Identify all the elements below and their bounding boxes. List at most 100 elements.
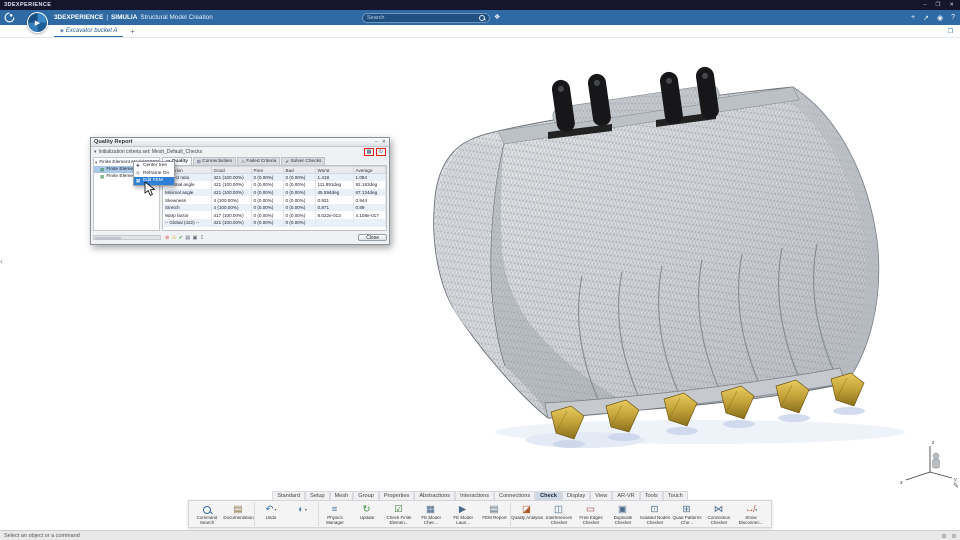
ribbon-tab-tools[interactable]: Tools	[639, 491, 663, 500]
column-header: Poor	[251, 166, 284, 174]
table-row[interactable]: Maximal angle 421 (100.00%) 0 (0.00%) 0 …	[163, 181, 386, 189]
view-mode-tool[interactable]: ◐ ▾	[287, 502, 319, 526]
search-input[interactable]	[367, 14, 479, 21]
check-finite-element-tool[interactable]: ☑ Check Finite Elemen...	[383, 502, 415, 526]
fem-report-tool[interactable]: ▤ FEM Report	[479, 502, 511, 526]
error-icon[interactable]: ⊘	[165, 235, 169, 241]
add-icon[interactable]: +	[911, 14, 915, 21]
table-row[interactable]: Skewness 4 (100.00%) 0 (0.00%) 0 (0.00%)…	[163, 196, 386, 204]
table-row[interactable]: -- Global (422) -- 421 (100.00%) 0 (0.00…	[163, 219, 386, 227]
quality-table-wrap: CriterionGoodPoorBadWorstAverage Aspect …	[162, 165, 387, 231]
statusbar-decor-icon[interactable]	[952, 533, 956, 538]
menu-item-center-tree[interactable]: ✚ Center tree	[134, 162, 174, 170]
search-icon[interactable]	[479, 14, 485, 21]
dropdown-caret-icon: ▾	[274, 507, 277, 512]
command-search-tool[interactable]: Command Search	[191, 502, 223, 526]
fe-model-checks-tool[interactable]: ▦ FE Model Chec...	[415, 502, 447, 526]
export-icon[interactable]: ↧	[200, 235, 204, 241]
update-tool[interactable]: ↻ Update	[351, 502, 383, 526]
table-row[interactable]: Minimal angle 421 (100.00%) 0 (0.00%) 0 …	[163, 188, 386, 197]
minimize-button[interactable]: –	[923, 2, 926, 8]
ribbon-tab-check[interactable]: Check	[535, 491, 562, 500]
ribbon-tab-abstractions[interactable]: Abstractions	[414, 491, 456, 500]
table-row[interactable]: Warp factor 417 (100.00%) 0 (0.00%) 0 (0…	[163, 211, 386, 220]
document-tab-label: Excavator bucket A	[65, 27, 118, 34]
quality-table: CriterionGoodPoorBadWorstAverage Aspect …	[163, 166, 386, 227]
add-tab-button[interactable]: +	[130, 27, 135, 37]
ribbon-tab-interactions[interactable]: Interactions	[455, 491, 495, 500]
ribbon-tab-group[interactable]: Group	[353, 491, 379, 500]
dialog-titlebar[interactable]: Quality Report – ✕	[91, 138, 389, 147]
close-button[interactable]: ✕	[949, 2, 954, 8]
scrollbar-thumb[interactable]	[95, 236, 121, 240]
panel-collapse-chevron[interactable]: ‹	[0, 256, 3, 266]
column-header: Average	[353, 166, 386, 174]
tab-connectivities[interactable]: ⊞ Connectivities	[192, 157, 236, 165]
3dexperience-window: { "titlebar": { "brand": "3DEXPERIENCE",…	[0, 0, 960, 540]
fe-model-launcher-tool[interactable]: ▶ FE Model Laun...	[447, 502, 479, 526]
physics-manager-tool[interactable]: ≡ Physics Manager	[319, 502, 351, 526]
tag-icon[interactable]: ❖	[494, 13, 500, 21]
quad-patterns-checker-tool[interactable]: ⊞ Quad Patterns Che...	[671, 502, 703, 526]
success-icon[interactable]: ✔	[179, 235, 183, 241]
documentation-tool[interactable]: ▤ Documentation	[223, 502, 255, 526]
statusbar-decor-icon[interactable]	[942, 533, 946, 538]
close-button[interactable]: Close	[358, 233, 387, 242]
ribbon-tools: Command Search ▤ Documentation ↶ ▾ Undo	[188, 500, 772, 528]
isolated-nodes-checker-tool[interactable]: ⊡ Isolated Nodes Checker	[639, 502, 671, 526]
share-icon[interactable]: ↗	[923, 14, 929, 22]
tool-label: FE Model Laun...	[453, 516, 473, 525]
undo-tool[interactable]: ↶ ▾ Undo	[255, 502, 287, 526]
ribbon-tab-touch[interactable]: Touch	[662, 491, 688, 500]
ribbon-tab-connections[interactable]: Connections	[494, 491, 536, 500]
menu-item-reframe-on[interactable]: ◎ Reframe On	[134, 170, 174, 178]
dialog-title: Quality Report	[94, 139, 133, 145]
quality-analysis-tool[interactable]: ◪ Quality Analysis	[511, 502, 543, 526]
window-brand: 3DEXPERIENCE	[4, 2, 52, 8]
horizontal-scrollbar[interactable]	[93, 235, 161, 240]
report-refresh-icon[interactable]: ↻	[376, 147, 386, 156]
expand-viewport-icon[interactable]: ❐	[948, 28, 953, 35]
column-header: Good	[211, 166, 252, 174]
free-edges-checker-tool[interactable]: ▭ Free Edges Checker	[575, 502, 607, 526]
ribbon-tab-standard[interactable]: Standard	[272, 491, 305, 500]
tree-toggle-icon[interactable]: ▾	[94, 149, 97, 155]
dialog-minimize-button[interactable]: –	[375, 139, 378, 145]
snapshot-icon[interactable]: ▣	[193, 235, 198, 241]
report-footer-icons: ⊘ ⚠ ✔ ▤ ▣ ↧	[165, 235, 204, 241]
tool-label: Check Finite Elemen...	[386, 516, 412, 525]
tool-label: Command Search	[196, 516, 218, 525]
help-icon[interactable]: ?	[951, 14, 955, 21]
ribbon-tab-display[interactable]: Display	[561, 491, 591, 500]
ribbon-tab-setup[interactable]: Setup	[304, 491, 330, 500]
connection-checker-tool[interactable]: ⋈ Connection Checker	[703, 502, 735, 526]
ribbon-tab-ar-vr[interactable]: AR-VR	[612, 491, 640, 500]
show-disconnections-tool[interactable]: ↮ ▾ Show Disconnec...	[735, 502, 767, 526]
ribbon-tab-view[interactable]: View	[590, 491, 613, 500]
warning-icon[interactable]: ⚠	[172, 235, 176, 241]
ribbon-tab-properties[interactable]: Properties	[378, 491, 415, 500]
3dcompass-icon[interactable]: ▶	[27, 12, 48, 33]
document-tab[interactable]: ◈ Excavator bucket A	[54, 25, 124, 37]
table-row[interactable]: Aspect ratio 421 (100.00%) 0 (0.00%) 0 (…	[163, 173, 386, 182]
table-row[interactable]: Stretch 4 (100.00%) 0 (0.00%) 0 (0.00%) …	[163, 203, 386, 212]
duplicate-checker-tool[interactable]: ▣ Duplicate Checker	[607, 502, 639, 526]
document-tabbar: ◈ Excavator bucket A + ❐	[0, 25, 960, 38]
user-icon[interactable]: ◉	[937, 14, 943, 22]
histogram-icon[interactable]: ▤	[185, 235, 190, 241]
interferences-checker-tool[interactable]: ◫ Interferences Checker	[543, 502, 575, 526]
window-buttons: – ❐ ✕	[923, 2, 960, 8]
dialog-close-button[interactable]: ✕	[382, 139, 386, 145]
restore-button[interactable]: ❐	[935, 2, 940, 8]
dialog-subtitle-row: ▾ Initialization criteria set: Mesh_Defa…	[91, 147, 389, 156]
model-viewport[interactable]: z x y	[0, 0, 960, 540]
global-search[interactable]	[362, 12, 490, 23]
viewport-edit-icon[interactable]: ✎	[953, 482, 959, 490]
report-table-icon[interactable]: ▦	[364, 147, 374, 156]
report-tabs: ◪ Quality ⊞ Connectivities ⚠ Failed Crit…	[162, 157, 387, 165]
ribbon-tab-mesh[interactable]: Mesh	[329, 491, 354, 500]
tab-failed-criteria[interactable]: ⚠ Failed Criteria	[236, 157, 281, 165]
orientation-triad: z x y	[899, 440, 957, 486]
tab-solver-checks[interactable]: ✔ Solver Checks	[281, 157, 326, 165]
statusbar-right-icons	[942, 533, 956, 538]
